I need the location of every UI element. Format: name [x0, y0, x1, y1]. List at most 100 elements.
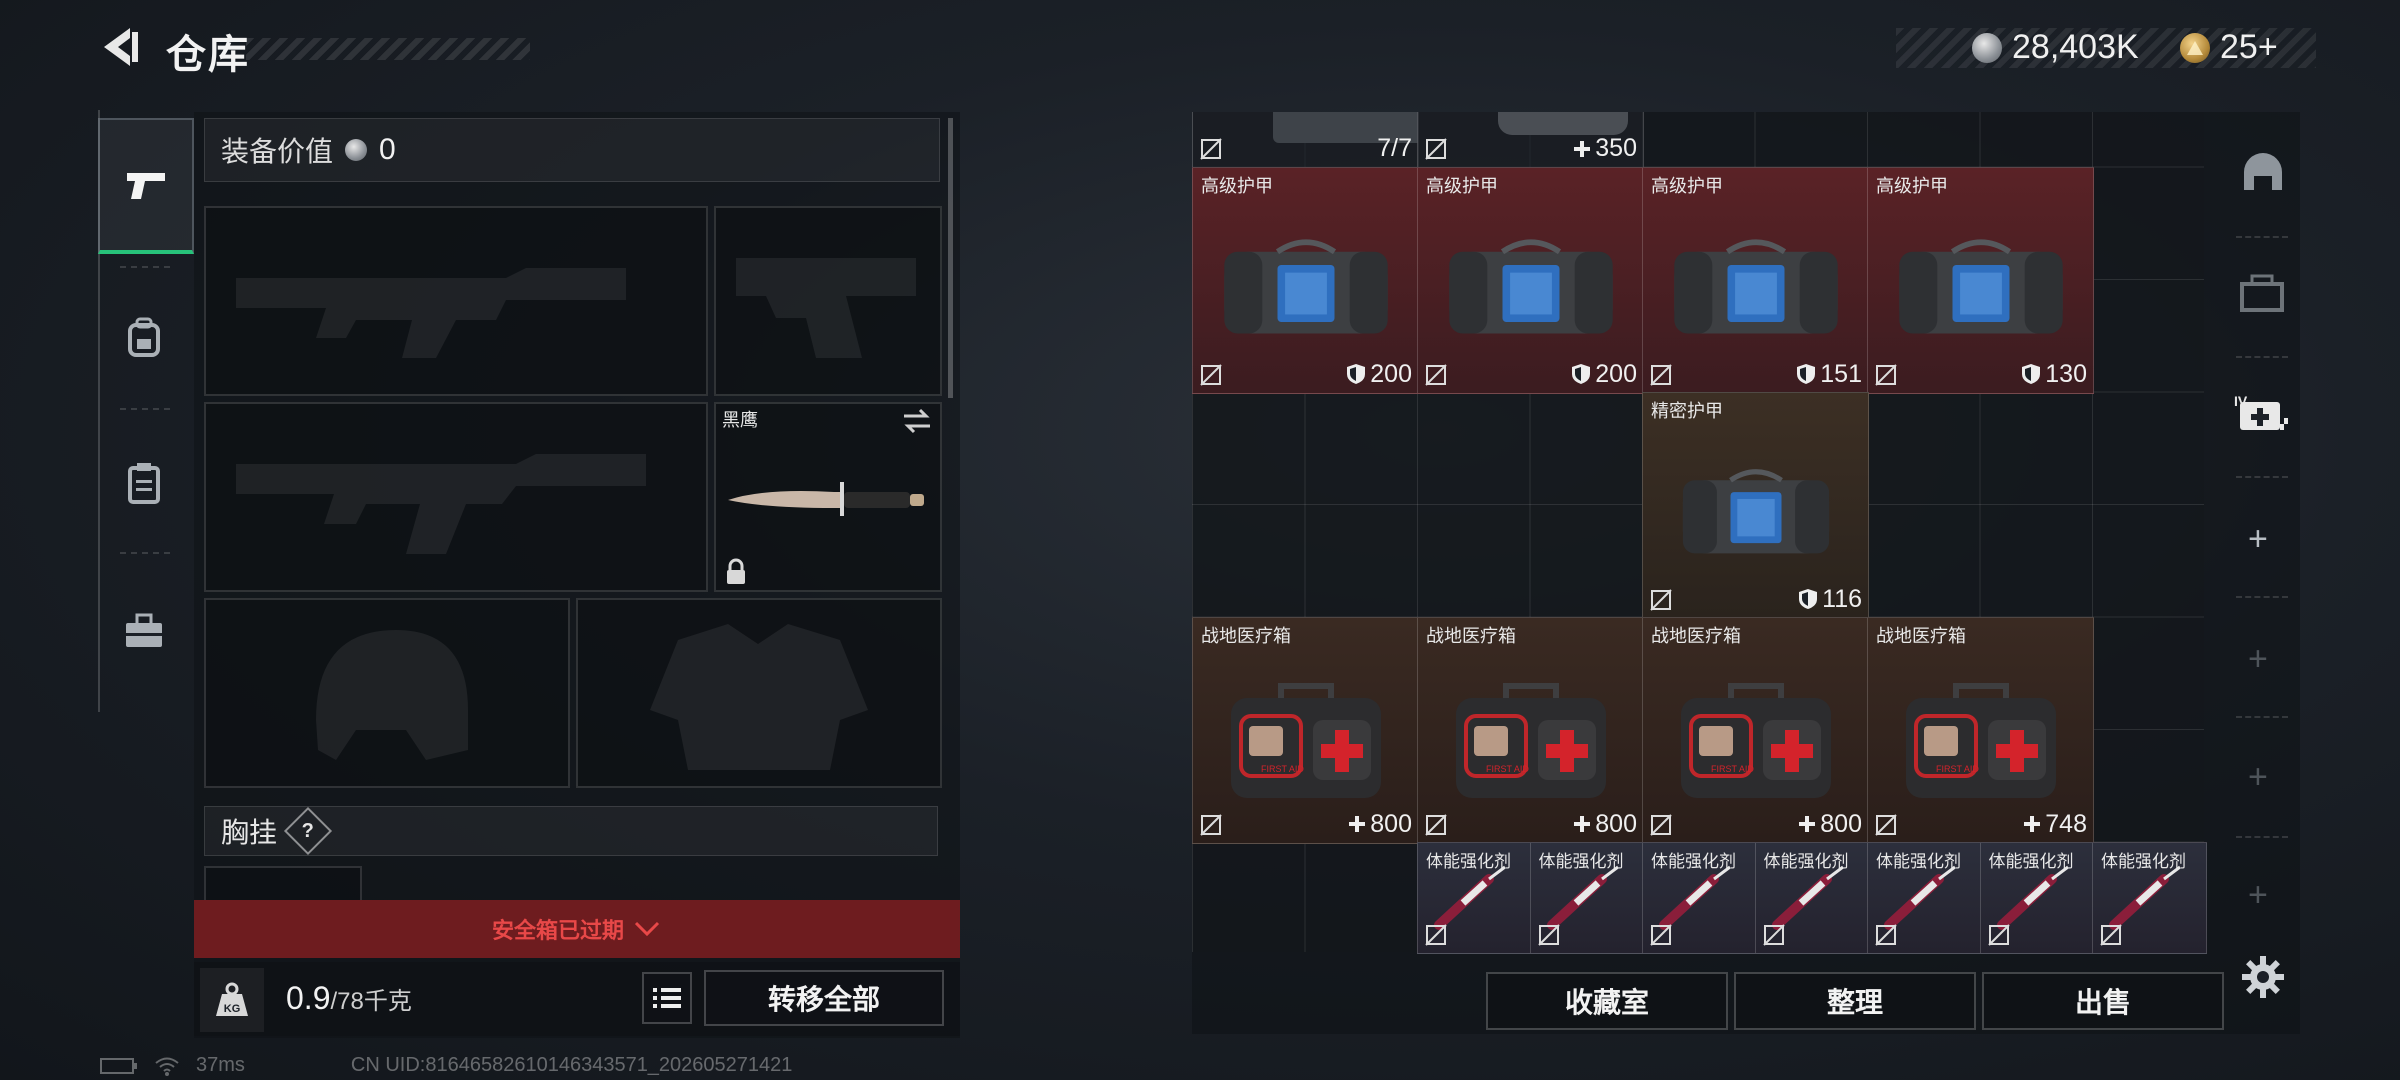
battery-icon: [100, 1057, 137, 1074]
no-insure-icon: [1200, 138, 1222, 160]
backpack-icon: [128, 317, 160, 357]
silver-currency[interactable]: 28,403K: [1972, 28, 2139, 67]
medkit-item[interactable]: FIRST AID 战地医疗箱 748: [1867, 616, 2094, 844]
add-slot-button[interactable]: +: [2248, 758, 2268, 797]
stim-item[interactable]: 体能强化剂: [1754, 841, 1869, 954]
armor-bag-icon: [1898, 239, 2063, 333]
medkit-icon: FIRST AID: [1680, 683, 1831, 799]
weight-icon-box: KG: [200, 968, 264, 1032]
item-name: 战地医疗箱: [1876, 625, 1966, 646]
item-name: 体能强化剂: [2101, 851, 2186, 871]
medkit-icon: FIRST AID: [1455, 683, 1606, 799]
toolbar-separator: [2236, 596, 2288, 598]
vest-silhouette-icon: [650, 624, 868, 770]
shield-icon: [1799, 589, 1818, 609]
secondary-weapon-slot[interactable]: [204, 402, 708, 592]
melee-slot[interactable]: 黑鹰: [714, 402, 942, 592]
gold-currency[interactable]: 25+: [2180, 28, 2278, 67]
armor-item[interactable]: 高级护甲 200: [1192, 166, 1419, 394]
armor-item[interactable]: 高级护甲 200: [1417, 166, 1644, 394]
toolbar-separator: [2236, 476, 2288, 478]
medkit-item[interactable]: FIRST AID 战地医疗箱 800: [1642, 616, 1869, 844]
help-icon[interactable]: ?: [283, 806, 333, 856]
stim-item[interactable]: 体能强化剂: [1529, 841, 1644, 954]
list-view-button[interactable]: [642, 972, 692, 1024]
organize-button[interactable]: 整理: [1734, 972, 1976, 1030]
stim-item[interactable]: 体能强化剂: [1417, 841, 1532, 954]
chest-rig-row[interactable]: 胸挂 ?: [204, 806, 938, 856]
add-medkit-tool-button[interactable]: IV: [2232, 390, 2292, 445]
no-insure-icon: [1987, 924, 2010, 946]
gold-triangle-coin-icon: [2180, 32, 2210, 63]
medkit-item[interactable]: FIRST AID 战地医疗箱 800: [1417, 616, 1644, 844]
helmet-slot[interactable]: [204, 598, 570, 788]
safe-box-status-bar[interactable]: 安全箱已过期: [194, 900, 960, 958]
loadout-scrollbar[interactable]: [948, 118, 953, 398]
no-insure-icon: [1425, 924, 1447, 946]
sidearm-slot[interactable]: [714, 206, 942, 396]
armor-bag-icon: [1682, 468, 1829, 553]
storage-item[interactable]: 7/7: [1192, 112, 1419, 168]
item-name: 高级护甲: [1651, 175, 1723, 196]
no-insure-icon: [1200, 813, 1222, 836]
no-insure-icon: [1875, 813, 1897, 836]
item-name: 高级护甲: [1876, 175, 1948, 196]
item-durability: 151: [1796, 360, 1862, 389]
stim-item[interactable]: 体能强化剂: [1979, 841, 2094, 954]
collection-room-button[interactable]: 收藏室: [1486, 972, 1728, 1030]
sell-button[interactable]: 出售: [1982, 972, 2224, 1030]
add-slot-button[interactable]: +: [2248, 520, 2268, 559]
no-insure-icon: [1200, 363, 1222, 386]
nav-weapons[interactable]: [98, 118, 194, 254]
svg-text:FIRST AID: FIRST AID: [1936, 764, 1979, 774]
item-durability: 800: [1798, 810, 1862, 839]
no-insure-icon: [1875, 363, 1897, 386]
wifi-icon: [155, 1057, 179, 1076]
nav-clipboard[interactable]: [98, 418, 190, 548]
item-name: 战地医疗箱: [1201, 625, 1291, 646]
list-icon: [653, 988, 681, 1008]
helmet-tool-button[interactable]: [2238, 150, 2288, 201]
stim-item[interactable]: 体能强化剂: [2092, 841, 2207, 954]
nav-separator: [120, 266, 170, 268]
transfer-all-button[interactable]: 转移全部: [704, 970, 944, 1026]
stim-item[interactable]: 体能强化剂: [1642, 841, 1757, 954]
toolbar-separator: [2236, 836, 2288, 838]
shield-icon: [1797, 364, 1816, 384]
item-name: 战地医疗箱: [1651, 625, 1741, 646]
swap-icon[interactable]: [900, 406, 934, 436]
carry-weight: 0.9 /78千克: [286, 980, 412, 1017]
primary-weapon-slot[interactable]: [204, 206, 708, 396]
no-insure-icon: [1650, 924, 1672, 946]
nav-backpack[interactable]: [98, 272, 190, 402]
ping: 37ms: [196, 1054, 245, 1076]
page-title: 仓库: [166, 33, 250, 77]
add-slot-button[interactable]: +: [2248, 640, 2268, 679]
item-durability: 800: [1573, 810, 1637, 839]
nav-toolbox[interactable]: [98, 566, 190, 696]
chest-rig-slot[interactable]: [204, 866, 362, 902]
medkit-item[interactable]: FIRST AID 战地医疗箱 800: [1192, 616, 1419, 844]
item-name: 体能强化剂: [1876, 851, 1961, 871]
case-tool-button[interactable]: [2238, 270, 2288, 321]
shield-icon: [1347, 364, 1366, 384]
body-armor-slot[interactable]: [576, 598, 942, 788]
armor-item[interactable]: 高级护甲 151: [1642, 166, 1869, 394]
armor-item[interactable]: 高级护甲 130: [1867, 166, 2094, 394]
add-slot-button[interactable]: +: [2248, 876, 2268, 915]
armor-bag-icon: [1223, 239, 1388, 333]
medkit-icon: FIRST AID: [1905, 683, 2056, 799]
back-button[interactable]: [96, 22, 146, 72]
back-arrow-icon: [104, 28, 138, 66]
storage-item[interactable]: 350: [1417, 112, 1644, 168]
armor-item[interactable]: 精密护甲 116: [1642, 391, 1869, 619]
lock-icon: [727, 558, 745, 584]
svg-text:FIRST AID: FIRST AID: [1261, 764, 1304, 774]
settings-button[interactable]: [2240, 954, 2286, 1005]
medkit-icon: FIRST AID: [1230, 683, 1381, 799]
stim-item[interactable]: 体能强化剂: [1867, 841, 1982, 954]
plus-icon: +: [2248, 758, 2268, 796]
silver-coin-icon: [345, 139, 368, 161]
svg-text:KG: KG: [224, 1003, 241, 1015]
plus-cross-icon: [2024, 816, 2041, 832]
